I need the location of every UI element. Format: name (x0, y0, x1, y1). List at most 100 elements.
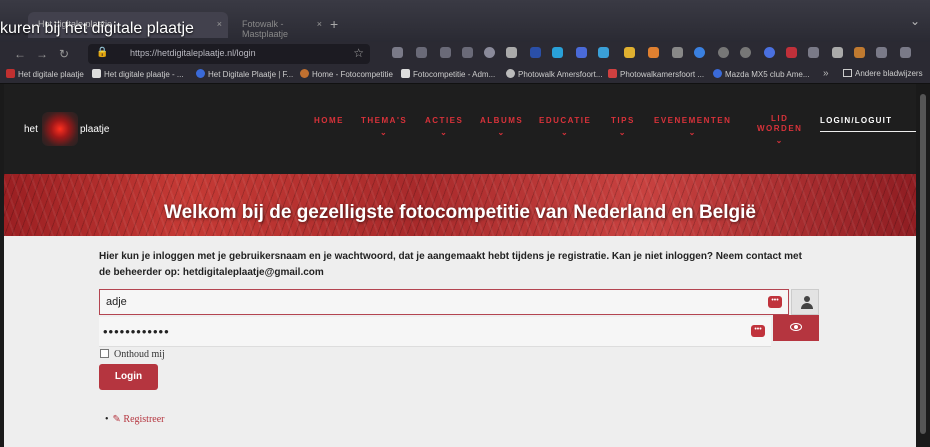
favicon-icon (506, 69, 515, 78)
bookmarks-overflow-icon[interactable]: » (823, 68, 829, 79)
password-manager-icon[interactable]: ••• (751, 325, 765, 337)
password-value: •••••••••••• (103, 324, 170, 339)
z-extension-icon[interactable] (764, 47, 775, 58)
pocket-icon[interactable] (392, 47, 403, 58)
menu-educatie[interactable]: EDUCATIE ⌄ (539, 116, 591, 137)
video-title-overlay: kuren bij het digitale plaatje (0, 20, 194, 37)
screenshot-icon[interactable] (740, 47, 751, 58)
url-text: https://hetdigitaleplaatje.nl/login (130, 48, 256, 58)
reload-button[interactable]: ↻ (56, 46, 72, 62)
menu-lid-worden[interactable]: LID WORDEN ⌄ (757, 114, 802, 145)
extension-badge-icon[interactable] (530, 47, 541, 58)
password-input[interactable]: •••••••••••• ••• (99, 317, 771, 347)
remember-me[interactable]: Onthoud mij (100, 349, 165, 360)
favicon-icon (300, 69, 309, 78)
folder-icon[interactable] (876, 47, 887, 58)
site-header: het plaatje HOME THEMA'S ⌄ ACTIES ⌄ ALBUMS… (4, 84, 916, 174)
login-section: Hier kun je inloggen met je gebruikersna… (4, 236, 916, 447)
mail-icon[interactable] (576, 47, 587, 58)
sidebar-icon[interactable] (462, 47, 473, 58)
browser-tab-bar: Het digitale plaatje × Fotowalk - Mastpl… (0, 0, 930, 42)
extension-icon[interactable] (484, 47, 495, 58)
edit-icon: ✎ (112, 414, 121, 425)
url-bar[interactable]: 🔒 https://hetdigitaleplaatje.nl/login ☆ (88, 44, 370, 64)
forward-button[interactable]: → (34, 46, 50, 62)
chevron-down-icon: ⌄ (775, 136, 784, 145)
color-icon[interactable] (648, 47, 659, 58)
back-button[interactable]: ← (12, 46, 28, 62)
bookmark-item[interactable]: Het digitale plaatje - ... (92, 69, 184, 79)
menu-icon[interactable] (900, 47, 911, 58)
show-password-button[interactable] (773, 315, 819, 341)
bookmark-item[interactable]: Fotocompetitie - Adm... (401, 69, 495, 79)
stack-icon[interactable] (506, 47, 517, 58)
folder-icon (843, 69, 852, 77)
tab-inactive[interactable]: Fotowalk - Mastplaatje × (232, 12, 328, 39)
bookmark-item[interactable]: Photowalkamersfoort ... (608, 69, 704, 79)
hero-banner: Welkom bij de gezelligste fotocompetitie… (4, 174, 916, 236)
eyedropper-icon[interactable] (672, 47, 683, 58)
banner-title: Welkom bij de gezelligste fotocompetitie… (164, 202, 756, 223)
chevron-down-icon: ⌄ (379, 128, 389, 137)
facebook-icon (713, 69, 722, 78)
remember-checkbox[interactable] (100, 349, 109, 358)
cloud-icon[interactable] (552, 47, 563, 58)
fox-icon[interactable] (854, 47, 865, 58)
chevron-down-icon: ⌄ (561, 128, 570, 137)
list-bullet: • (105, 414, 109, 425)
logo-text-right: plaatje (80, 124, 110, 135)
extension-toolbar (392, 47, 922, 61)
bookmark-item[interactable]: Het Digitale Plaatje | F... (196, 69, 293, 79)
download-icon[interactable] (416, 47, 427, 58)
favicon-icon (608, 69, 617, 78)
login-intro-text: Hier kun je inloggen met je gebruikersna… (99, 251, 802, 278)
tab-icon[interactable] (808, 47, 819, 58)
menu-home[interactable]: HOME (314, 116, 344, 125)
site-logo[interactable]: het plaatje (22, 112, 132, 146)
username-value: adje (106, 296, 127, 308)
logo-mark-icon (42, 112, 78, 146)
favicon-icon (401, 69, 410, 78)
chevron-down-icon: ⌄ (688, 128, 697, 137)
menu-evenementen[interactable]: EVENEMENTEN ⌄ (654, 116, 731, 137)
user-icon-addon (791, 289, 819, 315)
username-input[interactable]: adje ••• (99, 289, 789, 315)
login-button[interactable]: Login (99, 364, 158, 390)
menu-themas[interactable]: THEMA'S ⌄ (361, 116, 407, 137)
settings-icon[interactable] (718, 47, 729, 58)
sync-icon[interactable] (598, 47, 609, 58)
chevron-down-icon: ⌄ (497, 128, 506, 137)
menu-login-loguit[interactable]: LOGIN/LOGUIT (820, 116, 892, 125)
pdf-icon[interactable] (786, 47, 797, 58)
other-bookmarks[interactable]: Andere bladwijzers (843, 69, 923, 78)
password-manager-icon[interactable]: ••• (768, 296, 782, 308)
translate-icon[interactable] (694, 47, 705, 58)
bookmark-item[interactable]: Photowalk Amersfoort... (506, 69, 602, 79)
menu-tips[interactable]: TIPS ⌄ (611, 116, 635, 137)
tab-close-icon[interactable]: × (317, 19, 322, 29)
puzzle-icon[interactable] (832, 47, 843, 58)
register-link[interactable]: • ✎ Registreer (105, 414, 165, 425)
tab-close-icon[interactable]: × (217, 19, 222, 29)
facebook-icon (196, 69, 205, 78)
bookmark-star-icon[interactable]: ☆ (353, 46, 364, 60)
notes-icon[interactable] (624, 47, 635, 58)
tab-label: Fotowalk - Mastplaatje (242, 19, 289, 39)
chevron-down-icon: ⌄ (618, 128, 627, 137)
scrollbar-thumb[interactable] (920, 94, 926, 434)
chevron-down-icon: ⌄ (440, 128, 449, 137)
favicon-icon (92, 69, 101, 78)
bookmark-item[interactable]: Home - Fotocompetitie (300, 69, 393, 79)
menu-albums[interactable]: ALBUMS ⌄ (480, 116, 523, 137)
active-menu-underline (820, 131, 916, 132)
register-label: Registreer (123, 414, 165, 425)
bookmark-item[interactable]: Mazda MX5 club Ame... (713, 69, 809, 79)
bookmark-item[interactable]: Het digitale plaatje (6, 69, 84, 79)
menu-acties[interactable]: ACTIES ⌄ (425, 116, 463, 137)
tab-list-chevron-icon[interactable]: ⌄ (910, 14, 920, 28)
page-scrollbar[interactable] (916, 84, 930, 447)
browser-nav-bar: ← → ↻ 🔒 https://hetdigitaleplaatje.nl/lo… (0, 42, 930, 66)
new-tab-button[interactable]: + (330, 16, 338, 32)
lock-icon: 🔒 (96, 47, 109, 58)
library-icon[interactable] (440, 47, 451, 58)
